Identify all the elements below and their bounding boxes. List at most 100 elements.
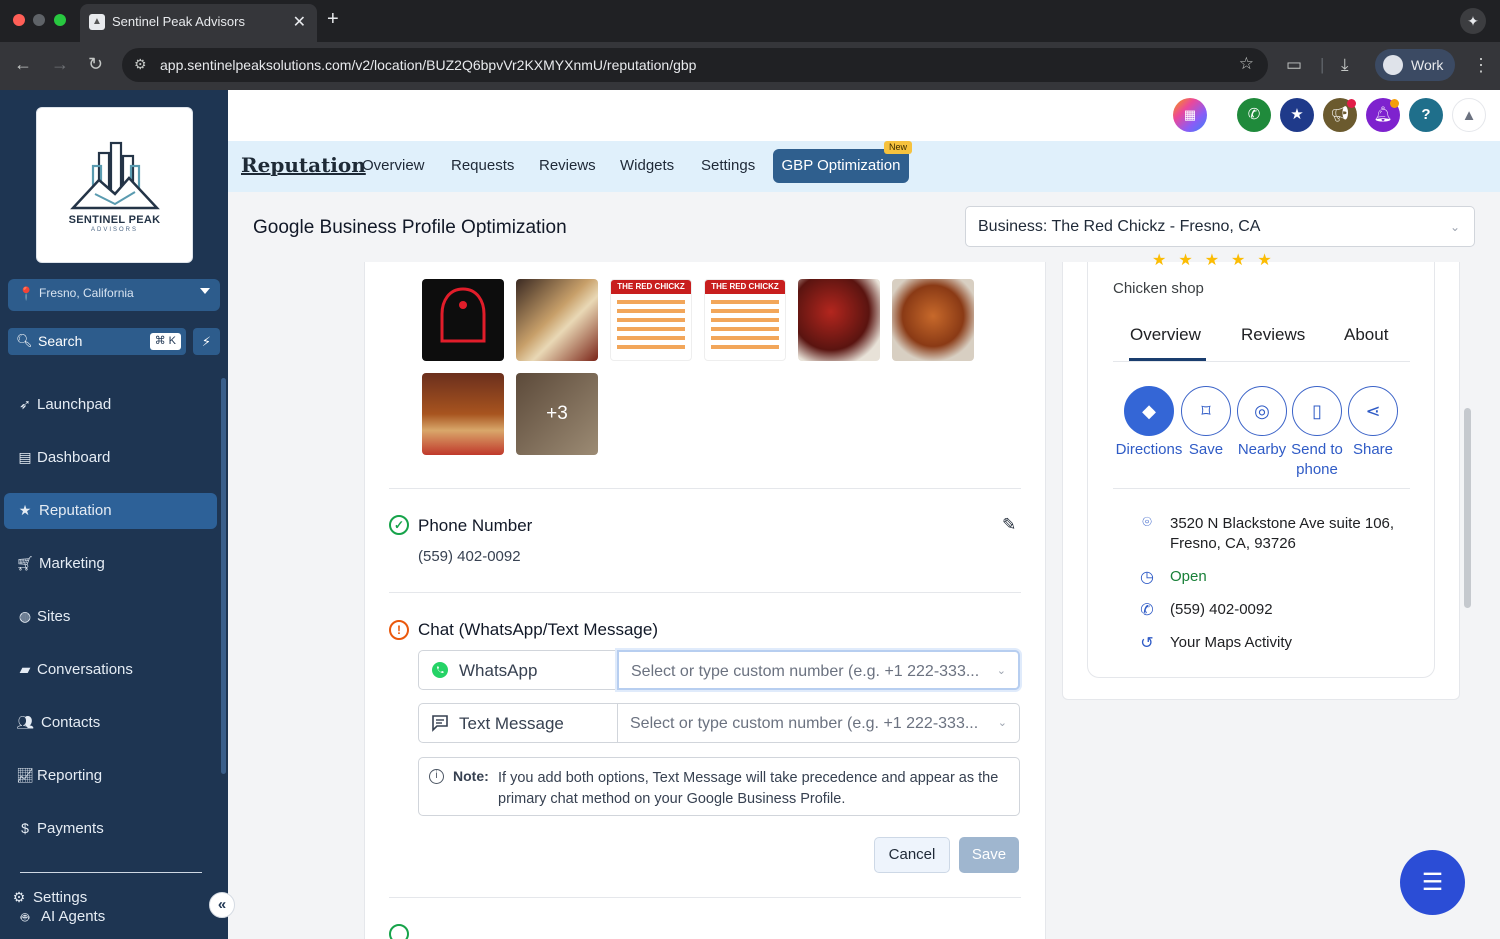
menu-photo-header: THE RED CHICKZ [705, 280, 785, 294]
browser-tab[interactable]: ▲ Sentinel Peak Advisors ✕ [80, 4, 317, 42]
section-divider [389, 488, 1021, 489]
quick-actions-bolt-icon[interactable]: ⚡︎ [193, 328, 220, 355]
search-shortcut-badge: ⌘ K [149, 333, 181, 350]
sidebar-item-label: Payments [37, 820, 104, 837]
save-button[interactable]: Save [959, 837, 1019, 873]
profile-button[interactable]: Work [1375, 49, 1455, 81]
close-tab-icon[interactable]: ✕ [293, 12, 306, 32]
whatsapp-label: WhatsApp [459, 661, 538, 680]
tab-widgets[interactable]: Widgets [620, 157, 674, 174]
forward-icon[interactable]: → [51, 54, 69, 75]
sidebar-item-settings[interactable]: ⚙ Settings [4, 888, 217, 908]
share-button[interactable]: ⋖ [1348, 386, 1398, 436]
user-avatar[interactable]: ▲ [1452, 98, 1486, 132]
photo-thumbnail[interactable]: THE RED CHICKZ [610, 279, 692, 361]
sidebar-search[interactable]: 🔍︎ Search ⌘ K [8, 328, 186, 355]
new-badge: New [884, 141, 913, 154]
directions-button[interactable]: ◆ [1124, 386, 1174, 436]
sidebar-item-label: Conversations [37, 661, 133, 678]
browser-menu-icon[interactable]: ⋮ [1472, 55, 1490, 76]
reload-icon[interactable]: ↻ [88, 54, 103, 75]
sidebar-item-ai-agents[interactable]: 🤖︎ AI Agents [4, 907, 217, 927]
sidebar-item-reputation[interactable]: ★ Reputation [4, 493, 217, 529]
photo-thumbnail[interactable] [422, 373, 504, 455]
reputation-subnav: Reputation Overview Requests Reviews Wid… [228, 141, 1500, 192]
cast-icon[interactable]: ▭ [1286, 55, 1302, 75]
tab-settings[interactable]: Settings [701, 157, 755, 174]
sidebar-item-sites[interactable]: ◍ Sites [4, 599, 217, 635]
sidebar-item-conversations[interactable]: ▰ Conversations [4, 652, 217, 688]
sidebar-item-reporting[interactable]: 📈︎ Reporting [4, 758, 217, 794]
business-select[interactable]: Business: The Red Chickz - Fresno, CA ⌄ [965, 206, 1475, 247]
bell-icon[interactable]: 🔔︎ [1366, 98, 1400, 132]
edit-pencil-icon[interactable]: ✎ [1002, 515, 1016, 535]
sidebar-item-marketing[interactable]: 🛒︎ Marketing [4, 546, 217, 582]
help-icon[interactable]: ? [1409, 98, 1443, 132]
star-circle-icon[interactable]: ★ [1280, 98, 1314, 132]
gemini-icon[interactable]: ✦ [1460, 8, 1486, 34]
nearby-label: Nearby [1237, 441, 1287, 458]
warning-circle-icon: ! [389, 620, 409, 640]
tab-reviews[interactable]: Reviews [539, 157, 596, 174]
menu-photo-body [617, 300, 685, 352]
chevron-down-icon: ⌄ [1449, 220, 1460, 234]
new-tab-button[interactable]: + [327, 8, 339, 31]
cancel-button[interactable]: Cancel [874, 837, 950, 873]
collapse-sidebar-icon[interactable]: « [209, 892, 235, 918]
maps-activity-link[interactable]: Your Maps Activity [1170, 633, 1292, 653]
photo-thumbnail[interactable] [798, 279, 880, 361]
text-message-number-select[interactable]: Select or type custom number (e.g. +1 22… [617, 703, 1020, 743]
download-icon[interactable]: ⤓ [1341, 55, 1349, 75]
business-address[interactable]: 3520 N Blackstone Ave suite 106, Fresno,… [1170, 514, 1410, 554]
business-hours-status[interactable]: Open [1170, 567, 1207, 587]
apps-grid-icon[interactable]: ▦ [1173, 98, 1207, 132]
logo-subtext: ADVISORS [90, 227, 138, 233]
send-to-phone-button[interactable]: ▯ [1292, 386, 1342, 436]
photo-thumbnail[interactable] [892, 279, 974, 361]
tab-overview[interactable]: Overview [362, 157, 425, 174]
location-pin-icon: 📍 [18, 286, 35, 301]
preview-tab-about[interactable]: About [1344, 325, 1388, 345]
sidebar-scrollbar[interactable] [221, 378, 226, 774]
tab-gbp-optimization[interactable]: GBP Optimization [773, 149, 909, 183]
photo-thumbnail[interactable] [516, 279, 598, 361]
back-icon[interactable]: ← [14, 54, 32, 75]
bookmark-star-icon[interactable]: ☆ [1239, 54, 1254, 74]
close-window-button[interactable] [13, 14, 25, 26]
site-settings-icon[interactable]: ⚙ [134, 56, 147, 73]
omnibox[interactable]: ⚙ app.sentinelpeaksolutions.com/v2/locat… [122, 48, 1268, 82]
tab-requests[interactable]: Requests [451, 157, 514, 174]
sidebar-item-contacts[interactable]: 👥︎ Contacts [4, 705, 217, 741]
photo-thumbnail[interactable]: THE RED CHICKZ [704, 279, 786, 361]
location-selector[interactable]: 📍 Fresno, California [8, 279, 220, 311]
sidebar-item-dashboard[interactable]: ▤ Dashboard [4, 440, 217, 476]
rocket-icon: ➶ [19, 396, 31, 412]
favicon-icon: ▲ [89, 14, 105, 30]
megaphone-icon[interactable]: 📢︎ [1323, 98, 1357, 132]
url-text[interactable]: app.sentinelpeaksolutions.com/v2/locatio… [160, 57, 696, 73]
check-circle-icon: ✓ [389, 515, 409, 535]
company-logo[interactable]: SENTINEL PEAK ADVISORS [36, 107, 193, 263]
more-photos-thumbnail[interactable]: +3 [516, 373, 598, 455]
minimize-window-button[interactable] [33, 14, 45, 26]
chat-widget-button[interactable]: ☰ [1400, 850, 1465, 915]
preview-tab-reviews[interactable]: Reviews [1241, 325, 1305, 345]
save-place-button[interactable]: ⌑ [1181, 386, 1231, 436]
clock-icon: ◷ [1140, 569, 1154, 586]
preview-tab-overview[interactable]: Overview [1130, 325, 1201, 345]
photo-thumbnail[interactable] [422, 279, 504, 361]
whatsapp-number-select[interactable]: Select or type custom number (e.g. +1 22… [617, 650, 1020, 690]
menu-photo-body [711, 300, 779, 352]
sidebar-item-label: Dashboard [37, 449, 111, 466]
maximize-window-button[interactable] [54, 14, 66, 26]
section-divider [389, 897, 1021, 898]
business-phone[interactable]: (559) 402-0092 [1170, 600, 1273, 620]
page-scrollbar[interactable] [1464, 408, 1471, 608]
sidebar-item-payments[interactable]: $ Payments [4, 811, 217, 847]
sidebar-item-launchpad[interactable]: ➶ Launchpad [4, 387, 217, 423]
phone-icon[interactable]: ✆ [1237, 98, 1271, 132]
sidebar-divider [20, 872, 202, 873]
cart-icon: 🛒︎ [16, 555, 34, 571]
menu-photo-header: THE RED CHICKZ [611, 280, 691, 294]
nearby-button[interactable]: ◎ [1237, 386, 1287, 436]
